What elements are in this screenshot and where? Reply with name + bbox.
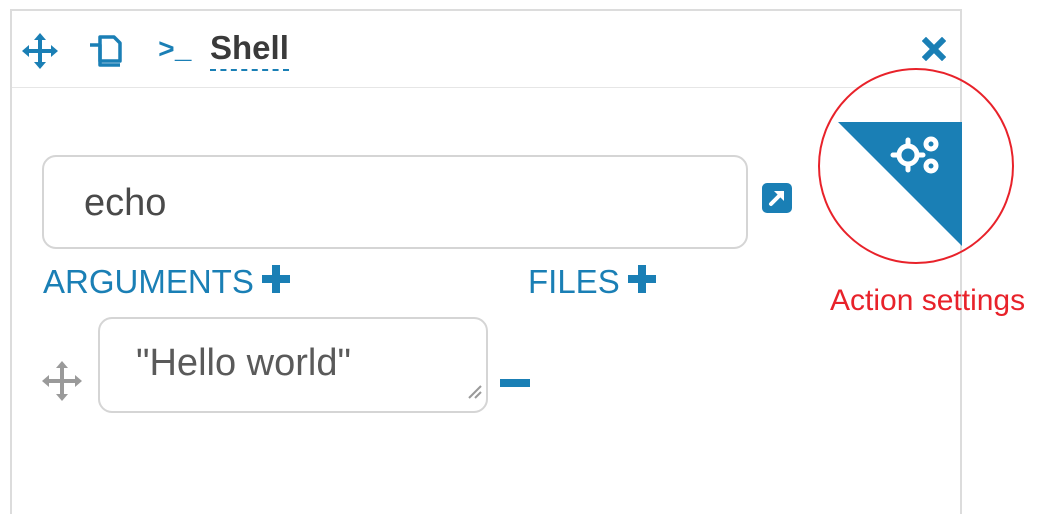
add-argument-icon[interactable] <box>261 263 290 301</box>
action-settings-callout: Action settings <box>830 284 1026 317</box>
add-file-icon[interactable] <box>627 263 656 301</box>
panel-header: >_ Shell <box>12 11 960 88</box>
highlight-circle <box>818 68 1014 264</box>
shell-action-panel: >_ Shell echo ARGUMENTS FILES "Hello wor… <box>10 9 962 514</box>
external-link-icon[interactable] <box>762 183 792 218</box>
resize-grip-icon[interactable] <box>466 367 482 407</box>
command-input[interactable]: echo <box>42 155 748 249</box>
move-icon[interactable] <box>22 33 58 74</box>
terminal-prompt-icon: >_ <box>158 36 192 67</box>
arguments-label: ARGUMENTS <box>43 263 254 300</box>
action-title[interactable]: Shell <box>210 29 289 71</box>
remove-argument-button[interactable] <box>500 379 530 387</box>
close-icon[interactable] <box>921 36 947 66</box>
argument-drag-handle-icon[interactable] <box>42 361 82 406</box>
argument-input[interactable]: "Hello world" <box>98 317 488 413</box>
copy-icon[interactable] <box>86 33 124 74</box>
argument-value: "Hello world" <box>136 342 351 384</box>
files-label: FILES <box>528 263 620 300</box>
arguments-section: ARGUMENTS <box>43 263 290 301</box>
files-section: FILES <box>528 263 656 301</box>
